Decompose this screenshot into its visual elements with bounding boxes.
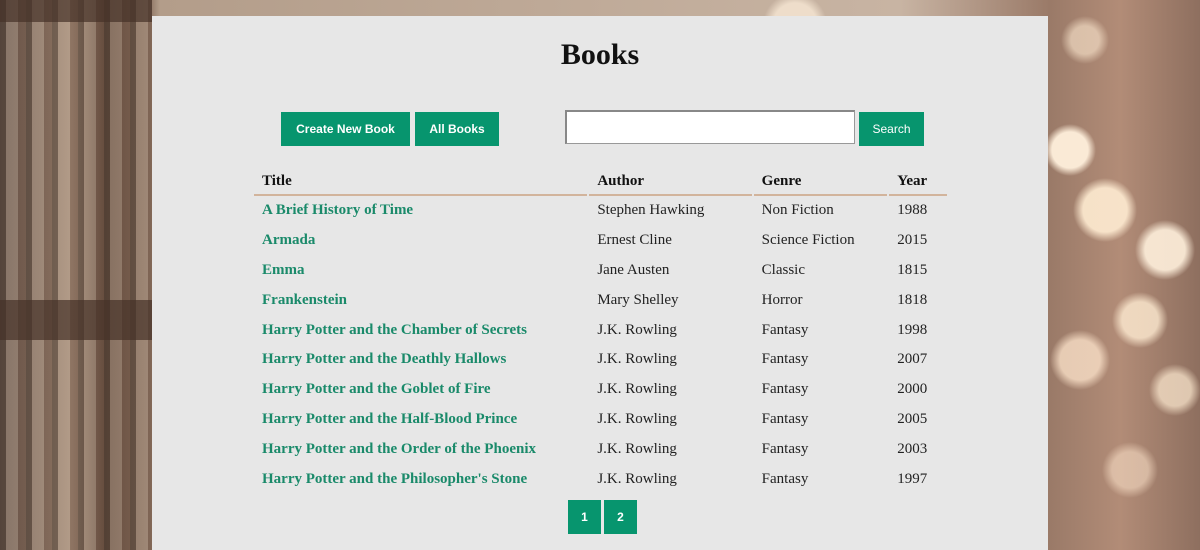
table-row: Harry Potter and the Chamber of Secrets … — [254, 315, 947, 345]
table-row: Emma Jane Austen Classic 1815 — [254, 256, 947, 286]
table-row: A Brief History of Time Stephen Hawking … — [254, 196, 947, 226]
book-year: 2003 — [897, 440, 928, 457]
column-header-title[interactable]: Title — [254, 168, 588, 196]
create-new-book-button[interactable]: Create New Book — [281, 112, 410, 146]
table-row: Harry Potter and the Half-Blood Prince J… — [254, 405, 947, 435]
table-row: Harry Potter and the Order of the Phoeni… — [254, 434, 947, 464]
book-title-link[interactable]: Emma — [262, 262, 305, 278]
background-shelf-board — [0, 300, 152, 340]
table-row: Frankenstein Mary Shelley Horror 1818 — [254, 285, 947, 315]
book-genre: Fantasy — [761, 470, 809, 487]
book-title-link[interactable]: A Brief History of Time — [262, 202, 413, 218]
book-genre: Classic — [761, 261, 806, 278]
book-genre: Fantasy — [761, 351, 809, 368]
book-author: J.K. Rowling — [597, 440, 677, 457]
book-year: 2015 — [897, 232, 928, 249]
book-author: J.K. Rowling — [597, 410, 677, 427]
book-author: Mary Shelley — [597, 291, 679, 308]
book-title-link[interactable]: Armada — [262, 232, 315, 248]
book-year: 1815 — [897, 261, 928, 278]
book-year: 2005 — [897, 410, 928, 427]
book-genre: Fantasy — [761, 440, 809, 457]
table-row: Armada Ernest Cline Science Fiction 2015 — [254, 226, 947, 256]
table-row: Harry Potter and the Deathly Hallows J.K… — [254, 345, 947, 375]
table-row: Harry Potter and the Philosopher's Stone… — [254, 464, 947, 494]
book-title-link[interactable]: Harry Potter and the Chamber of Secrets — [262, 322, 527, 338]
book-author: Ernest Cline — [597, 232, 672, 249]
column-header-year[interactable]: Year — [889, 168, 947, 196]
book-genre: Horror — [761, 291, 803, 308]
book-author: J.K. Rowling — [597, 381, 677, 398]
book-year: 1997 — [897, 470, 928, 487]
books-table: Title Author Genre Year A Brief History … — [252, 168, 949, 494]
book-title-link[interactable]: Harry Potter and the Philosopher's Stone — [262, 471, 527, 487]
background-bookshelf — [0, 0, 152, 550]
book-genre: Fantasy — [761, 381, 809, 398]
book-author: Stephen Hawking — [597, 202, 705, 219]
page-title: Books — [560, 38, 640, 71]
book-year: 2000 — [897, 381, 928, 398]
book-year: 2007 — [897, 351, 928, 368]
book-title-link[interactable]: Harry Potter and the Goblet of Fire — [262, 381, 491, 397]
book-genre: Fantasy — [761, 410, 809, 427]
table-row: Harry Potter and the Goblet of Fire J.K.… — [254, 375, 947, 405]
book-year: 1818 — [897, 291, 928, 308]
book-author: J.K. Rowling — [597, 470, 677, 487]
search-button[interactable]: Search — [859, 112, 924, 146]
table-header-row: Title Author Genre Year — [254, 168, 947, 196]
books-panel: Books Create New Book All Books Search T… — [152, 16, 1048, 550]
book-genre: Non Fiction — [761, 202, 834, 219]
book-genre: Fantasy — [761, 321, 809, 338]
book-title-link[interactable]: Harry Potter and the Order of the Phoeni… — [262, 441, 536, 457]
book-year: 1998 — [897, 321, 928, 338]
column-header-genre[interactable]: Genre — [753, 168, 888, 196]
all-books-button[interactable]: All Books — [415, 112, 499, 146]
column-header-author[interactable]: Author — [589, 168, 752, 196]
book-author: J.K. Rowling — [597, 351, 677, 368]
book-year: 1988 — [897, 202, 928, 219]
book-author: Jane Austen — [597, 261, 670, 278]
page-2-button[interactable]: 2 — [604, 500, 637, 534]
book-author: J.K. Rowling — [597, 321, 677, 338]
page-1-button[interactable]: 1 — [568, 500, 601, 534]
book-genre: Science Fiction — [761, 232, 855, 249]
book-title-link[interactable]: Frankenstein — [262, 292, 347, 308]
background-shelf-board-top — [0, 0, 152, 22]
book-title-link[interactable]: Harry Potter and the Deathly Hallows — [262, 351, 506, 367]
book-title-link[interactable]: Harry Potter and the Half-Blood Prince — [262, 411, 517, 427]
search-input[interactable] — [565, 110, 855, 144]
